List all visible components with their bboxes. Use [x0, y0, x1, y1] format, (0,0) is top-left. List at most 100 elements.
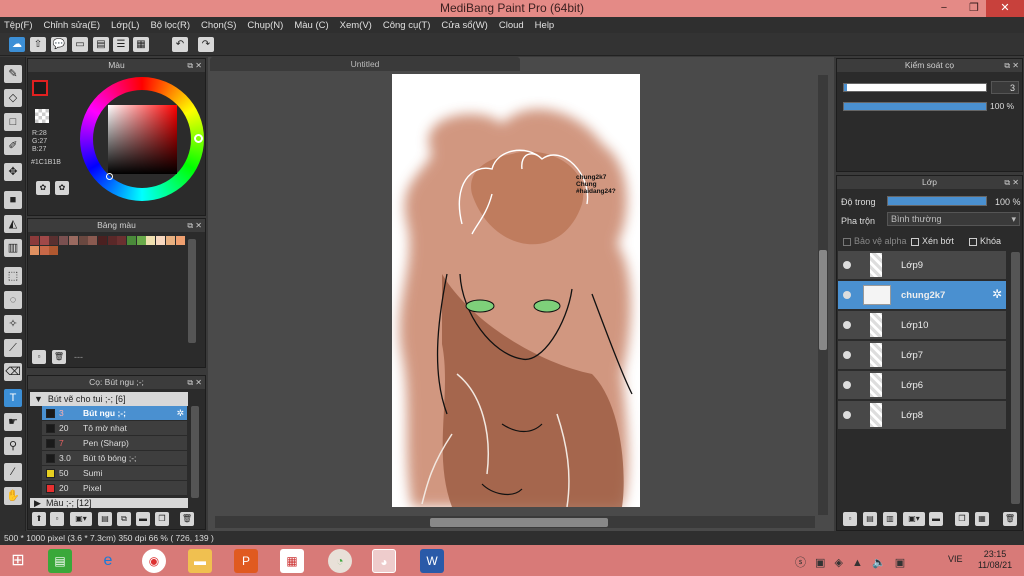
lasso-tool-icon[interactable]: ◌ [4, 291, 22, 309]
brush-group-header-2[interactable]: ▶ Màu ;-; [12] [30, 498, 188, 508]
palette-icon[interactable]: ✿ [36, 181, 50, 195]
word-icon[interactable]: W [420, 549, 444, 573]
brush-item[interactable]: 3 Bút ngu ;-; ✲ [42, 406, 187, 421]
menu-snap[interactable]: Chụp(N) [247, 20, 283, 31]
brush-item[interactable]: 7 Pen (Sharp) [42, 436, 187, 451]
redo-icon[interactable]: ↷ [198, 37, 214, 52]
app-icon[interactable]: ▦ [280, 549, 304, 573]
hue-cursor[interactable] [194, 134, 203, 143]
document-tab[interactable]: Untitled [210, 57, 520, 71]
layer-row[interactable]: Lớp7 [838, 341, 1006, 370]
select-tool-icon[interactable]: ⬚ [4, 267, 22, 285]
visibility-icon[interactable] [843, 291, 851, 299]
panel-controls-icon[interactable]: ⧉ ✕ [187, 59, 202, 72]
menu-view[interactable]: Xem(V) [340, 20, 372, 31]
list-icon[interactable]: ☰ [113, 37, 129, 52]
clipping-checkbox[interactable]: Xén bớt [911, 236, 954, 246]
palette-swatch[interactable] [136, 236, 146, 245]
duplicate-icon[interactable]: ❐ [155, 512, 169, 526]
delete-palette-icon[interactable]: 🗑 [52, 350, 66, 364]
palette-swatch[interactable] [30, 236, 39, 245]
eraser-tool-icon[interactable]: ◇ [4, 89, 22, 107]
clock[interactable]: 23:15 11/08/21 [975, 549, 1015, 571]
brush-size-slider[interactable] [843, 83, 987, 92]
panel-controls-icon[interactable]: ⧉ ✕ [187, 219, 202, 232]
palette-swatch[interactable] [49, 236, 59, 245]
layer-row[interactable]: Lớp8 [838, 401, 1006, 430]
lock-checkbox[interactable]: Khóa [969, 236, 1001, 246]
menu-file[interactable]: Tệp(F) [4, 20, 33, 31]
brush-size-input[interactable]: 3 [991, 81, 1019, 94]
ie-icon[interactable]: e [96, 549, 120, 573]
share-icon[interactable]: ⇧ [30, 37, 46, 52]
palette-scrollbar[interactable] [188, 239, 196, 343]
palette-swatch[interactable] [165, 236, 175, 245]
palette-swatch[interactable] [117, 236, 127, 245]
visibility-icon[interactable] [843, 321, 851, 329]
language-indicator[interactable]: VIE [948, 554, 963, 564]
blend-select[interactable]: Bình thường ▾ [887, 212, 1020, 226]
document-icon[interactable]: ▤ [93, 37, 109, 52]
palette-swatch[interactable] [146, 236, 156, 245]
palette-edit-icon[interactable]: ✿ [55, 181, 69, 195]
palette-swatch[interactable] [156, 236, 166, 245]
text-tool-icon[interactable]: T [4, 389, 22, 407]
brush-copy-icon[interactable]: ⧉ [117, 512, 131, 526]
select-eraser-icon[interactable]: ⌫ [4, 363, 22, 381]
palette-swatch[interactable] [107, 236, 117, 245]
palette-swatch[interactable] [39, 236, 49, 245]
menu-select[interactable]: Chọn(S) [201, 20, 236, 31]
brush-opacity-slider[interactable] [843, 102, 987, 111]
layer-opacity-slider[interactable] [887, 196, 987, 206]
palette-swatch[interactable] [68, 236, 78, 245]
palette-swatch[interactable] [39, 246, 49, 255]
medibang-icon[interactable]: ◕ [372, 549, 396, 573]
gradient-tool-icon[interactable]: ▥ [4, 239, 22, 257]
protect-alpha-checkbox[interactable]: Bảo vệ alpha [843, 236, 907, 246]
tray-icons[interactable]: ⓢ ▣ ◈ ▲ 🔈 ▣ [795, 554, 908, 570]
panel-controls-icon[interactable]: ⧉ ✕ [1004, 176, 1019, 189]
palette-swatch[interactable] [59, 236, 69, 245]
cloud-icon[interactable]: ☁ [9, 37, 25, 52]
new-layer-3-icon[interactable]: ▥ [883, 512, 897, 526]
explorer-icon[interactable]: ▬ [188, 549, 212, 573]
layer-menu-icon[interactable]: ▣▾ [903, 512, 925, 526]
panel-controls-icon[interactable]: ⧉ ✕ [1004, 59, 1019, 72]
delete-layer-icon[interactable]: 🗑 [1003, 512, 1017, 526]
menu-window[interactable]: Cửa sổ(W) [441, 20, 487, 31]
palette-swatch[interactable] [175, 236, 185, 245]
maximize-button[interactable]: ❐ [960, 0, 988, 17]
layer-merge-icon[interactable]: ▦ [975, 512, 989, 526]
gear-icon[interactable]: ✲ [992, 287, 1002, 301]
grid-icon[interactable]: ▦ [133, 37, 149, 52]
visibility-icon[interactable] [843, 381, 851, 389]
menu-edit[interactable]: Chỉnh sửa(E) [44, 20, 101, 31]
brush-item[interactable]: 20 Tô mờ nhạt [42, 421, 187, 436]
menu-tools[interactable]: Công cụ(T) [383, 20, 431, 31]
transparent-swatch[interactable] [35, 109, 49, 123]
folder-icon[interactable]: ▬ [136, 512, 150, 526]
windows-start-icon[interactable]: ⊞ [6, 549, 30, 573]
brush-settings-icon[interactable]: ▤ [98, 512, 112, 526]
layer-row[interactable]: Lớp10 [838, 311, 1006, 340]
menu-filter[interactable]: Bộ lọc(R) [150, 20, 190, 31]
brush-tool-icon[interactable]: ✎ [4, 65, 22, 83]
canvas-vscroll[interactable] [818, 75, 828, 515]
visibility-icon[interactable] [843, 261, 851, 269]
select-pen-icon[interactable]: ⟋ [4, 339, 22, 357]
menu-help[interactable]: Help [535, 20, 555, 31]
gear-icon[interactable]: ✲ [176, 406, 184, 420]
chat-icon[interactable]: ▭ [72, 37, 88, 52]
brush-item[interactable]: 50 Sumi [42, 466, 187, 481]
eyedropper-icon[interactable]: ⁄ [4, 463, 22, 481]
palette-swatch[interactable] [127, 236, 136, 245]
add-brush-icon[interactable]: ⬆ [32, 512, 46, 526]
menu-cloud[interactable]: Cloud [499, 20, 524, 31]
new-layer-icon[interactable]: ▫ [843, 512, 857, 526]
magic-wand-icon[interactable]: ✧ [4, 315, 22, 333]
palette-swatch[interactable] [30, 246, 39, 255]
chrome-icon[interactable]: ◉ [142, 549, 166, 573]
menu-layer[interactable]: Lớp(L) [111, 20, 139, 31]
layer-duplicate-icon[interactable]: ❐ [955, 512, 969, 526]
comment-icon[interactable]: 💬 [51, 37, 67, 52]
